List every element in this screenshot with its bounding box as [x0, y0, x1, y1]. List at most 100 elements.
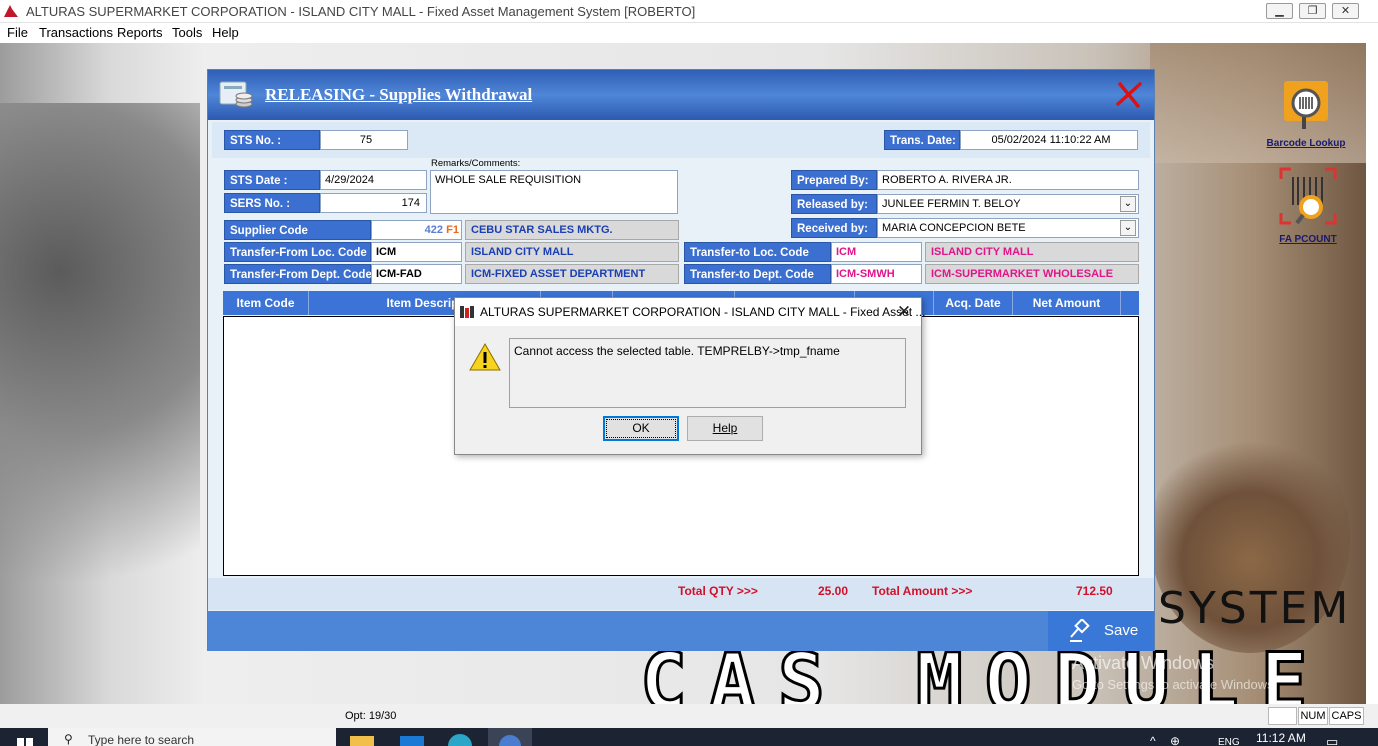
- remarks-label: Remarks/Comments:: [431, 158, 521, 169]
- sts-no-field[interactable]: 75: [320, 130, 408, 150]
- sts-no-label: STS No. :: [224, 130, 320, 150]
- file-explorer-icon[interactable]: [350, 736, 374, 746]
- app-dialog-icon: [460, 306, 474, 318]
- footer-bar: Save: [208, 611, 1154, 651]
- status-caps: CAPS: [1329, 707, 1364, 725]
- from-dept-name-field: ICM-FIXED ASSET DEPARTMENT: [465, 264, 679, 284]
- tray-chevron-icon[interactable]: ^: [1150, 734, 1156, 746]
- close-icon[interactable]: [1114, 80, 1144, 110]
- released-by-select[interactable]: JUNLEE FERMIN T. BELOY ⌄: [877, 194, 1139, 214]
- clock[interactable]: 11:12 AM: [1256, 731, 1306, 745]
- activate-windows-subtext: Go to Settings to activate Windows.: [1072, 677, 1278, 692]
- supplies-icon: [219, 81, 253, 108]
- received-by-label: Received by:: [791, 218, 877, 238]
- system-watermark: SYSTEM: [1158, 583, 1352, 634]
- total-qty-label: Total QTY >>>: [678, 584, 758, 598]
- windows-start-icon[interactable]: [17, 738, 33, 746]
- col-acq-date[interactable]: Acq. Date: [934, 291, 1013, 315]
- total-qty-value: 25.00: [818, 584, 849, 598]
- barcode-lookup-icon: [1284, 81, 1328, 129]
- barcode-lookup-shortcut[interactable]: Barcode Lookup: [1256, 79, 1356, 149]
- supplier-name-field: CEBU STAR SALES MKTG.: [465, 220, 679, 240]
- received-by-select[interactable]: MARIA CONCEPCION BETE ⌄: [877, 218, 1139, 238]
- from-dept-label: Transfer-From Dept. Code: [224, 264, 372, 284]
- sts-date-field[interactable]: 4/29/2024: [320, 170, 427, 190]
- col-item-code[interactable]: Item Code: [223, 291, 309, 315]
- language-indicator[interactable]: ENG: [1218, 737, 1240, 746]
- released-by-label: Released by:: [791, 194, 877, 214]
- to-dept-code-field[interactable]: ICM-SMWH: [831, 264, 922, 284]
- menu-reports[interactable]: Reports: [117, 25, 163, 40]
- taskbar: ⚲ Type here to search ^ ⊕ ENG 11:12 AM ▭: [0, 728, 1378, 746]
- warning-icon: [469, 343, 501, 371]
- error-dialog: ALTURAS SUPERMARKET CORPORATION - ISLAND…: [454, 297, 925, 455]
- dialog-message-box: Cannot access the selected table. TEMPRE…: [509, 338, 906, 408]
- dialog-title: ALTURAS SUPERMARKET CORPORATION - ISLAND…: [480, 305, 926, 319]
- releasing-header: RELEASING - Supplies Withdrawal: [208, 70, 1154, 120]
- to-dept-name-field: ICM-SUPERMARKET WHOLESALE: [925, 264, 1139, 284]
- releasing-title: RELEASING - Supplies Withdrawal: [265, 85, 533, 104]
- menu-help[interactable]: Help: [212, 25, 239, 40]
- from-loc-name-field: ISLAND CITY MALL: [465, 242, 679, 262]
- menu-tools[interactable]: Tools: [172, 25, 202, 40]
- edge-icon[interactable]: [448, 734, 472, 746]
- dialog-message: Cannot access the selected table. TEMPRE…: [514, 344, 840, 358]
- notifications-icon[interactable]: ▭: [1326, 734, 1338, 746]
- search-icon: ⚲: [64, 732, 73, 746]
- app-logo-icon: [4, 5, 18, 17]
- to-loc-code-field[interactable]: ICM: [831, 242, 922, 262]
- trans-date-field[interactable]: 05/02/2024 11:10:22 AM: [960, 130, 1138, 150]
- sers-no-field[interactable]: 174: [320, 193, 427, 213]
- prepared-by-field[interactable]: ROBERTO A. RIVERA JR.: [877, 170, 1139, 190]
- total-amount-label: Total Amount >>>: [872, 584, 973, 598]
- help-label: Help: [712, 421, 738, 435]
- to-loc-label: Transfer-to Loc. Code: [684, 242, 831, 262]
- dialog-titlebar: ALTURAS SUPERMARKET CORPORATION - ISLAND…: [455, 298, 925, 326]
- from-loc-code-field[interactable]: ICM: [371, 242, 462, 262]
- app-titlebar: ALTURAS SUPERMARKET CORPORATION - ISLAND…: [0, 0, 1378, 23]
- taskbar-search[interactable]: ⚲ Type here to search: [48, 728, 336, 746]
- activate-windows-text: Activate Windows: [1072, 653, 1215, 673]
- barcode-lookup-label[interactable]: Barcode Lookup: [1256, 138, 1356, 149]
- menu-bar: File Transactions Reports Tools Help: [0, 23, 1378, 43]
- total-amount-value: 712.50: [1076, 584, 1113, 598]
- search-placeholder: Type here to search: [88, 733, 195, 746]
- supplier-f1-hint: F1: [446, 224, 459, 236]
- background-shade: [0, 103, 200, 663]
- remarks-field[interactable]: WHOLE SALE REQUISITION: [430, 170, 678, 214]
- chevron-down-icon[interactable]: ⌄: [1120, 220, 1136, 236]
- fa-pcount-icon: [1279, 167, 1337, 225]
- maximize-button[interactable]: ❐: [1299, 3, 1326, 19]
- app-taskbar-icon: [499, 735, 521, 746]
- save-label: Save: [1104, 622, 1139, 639]
- supplier-code-field[interactable]: 422 F1: [371, 220, 462, 240]
- menu-transactions[interactable]: Transactions: [39, 25, 113, 40]
- status-num: NUM: [1298, 707, 1328, 725]
- fa-pcount-label[interactable]: FA PCOUNT: [1258, 234, 1358, 245]
- close-button[interactable]: ✕: [1332, 3, 1359, 19]
- chevron-down-icon[interactable]: ⌄: [1120, 196, 1136, 212]
- gavel-icon: [1070, 619, 1090, 642]
- network-icon[interactable]: ⊕: [1170, 734, 1180, 746]
- sts-date-label: STS Date :: [224, 170, 320, 190]
- col-net-amount[interactable]: Net Amount: [1013, 291, 1121, 315]
- ok-button[interactable]: OK: [603, 416, 679, 441]
- status-opt: Opt: 19/30: [345, 710, 397, 722]
- from-loc-label: Transfer-From Loc. Code: [224, 242, 371, 262]
- app-title: ALTURAS SUPERMARKET CORPORATION - ISLAND…: [26, 4, 696, 19]
- help-button[interactable]: Help: [687, 416, 763, 441]
- dialog-close-icon[interactable]: ✕: [893, 302, 915, 322]
- from-dept-code-field[interactable]: ICM-FAD: [371, 264, 462, 284]
- sers-no-label: SERS No. :: [224, 193, 320, 213]
- mail-icon[interactable]: [400, 736, 424, 746]
- status-bar: Opt: 19/30 NUM CAPS: [0, 704, 1378, 728]
- trans-date-label: Trans. Date:: [884, 130, 960, 150]
- minimize-button[interactable]: ▁: [1266, 3, 1293, 19]
- supplier-code-value: 422: [424, 224, 443, 236]
- status-blank-box: [1268, 707, 1297, 725]
- save-button[interactable]: Save: [1048, 611, 1154, 651]
- fa-pcount-shortcut[interactable]: FA PCOUNT: [1258, 165, 1358, 245]
- menu-file[interactable]: File: [7, 25, 28, 40]
- totals-bar: Total QTY >>> 25.00 Total Amount >>> 712…: [208, 578, 1154, 610]
- active-app-tab[interactable]: [488, 728, 532, 746]
